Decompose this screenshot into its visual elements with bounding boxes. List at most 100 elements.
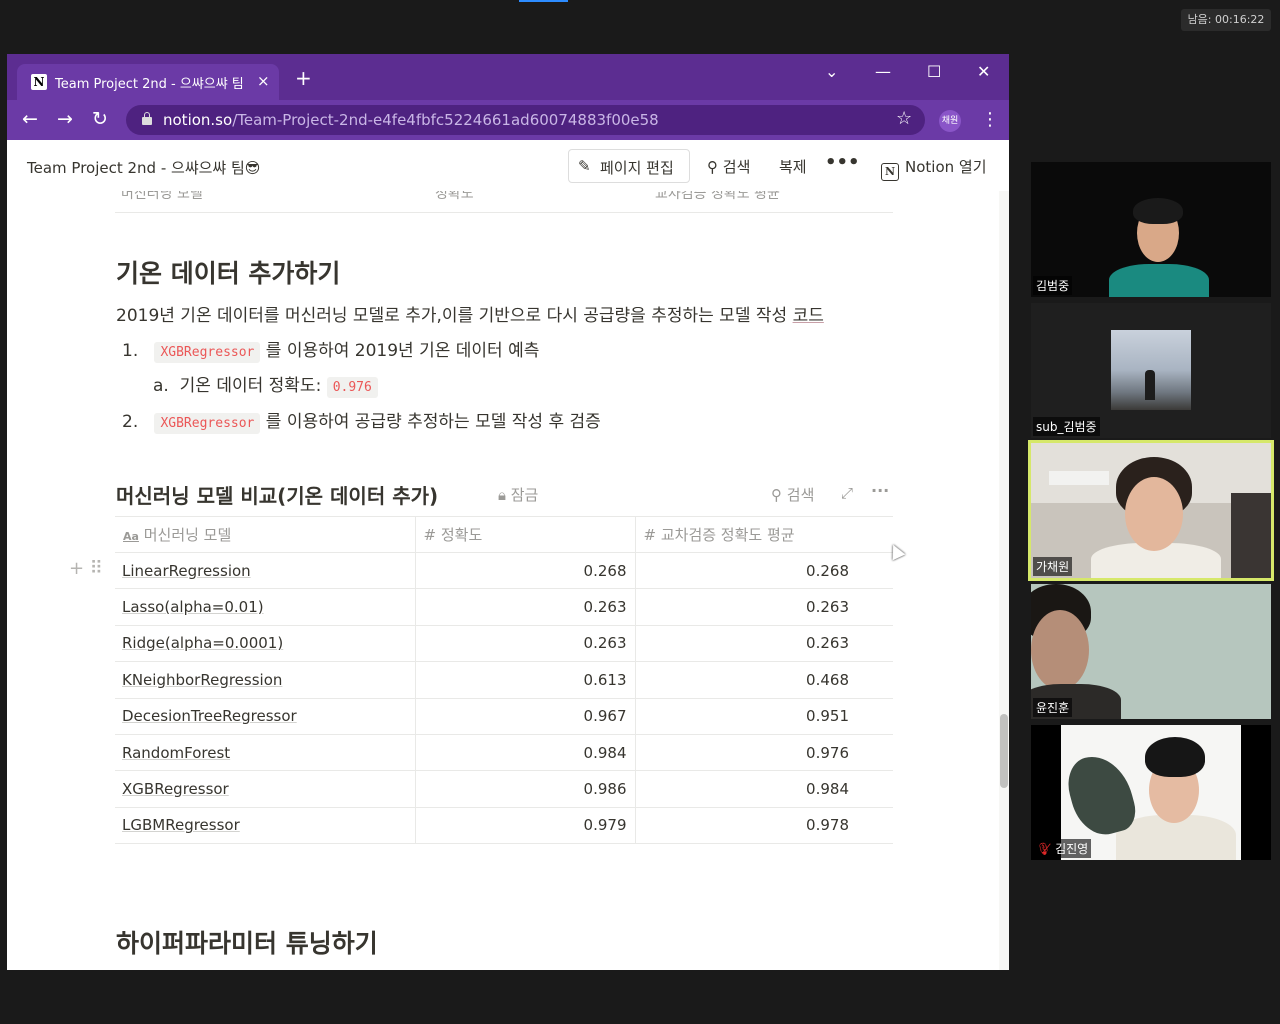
accuracy-cell[interactable]: 0.263	[414, 625, 635, 663]
lock-icon	[142, 112, 152, 125]
profile-picture	[1111, 330, 1191, 410]
pencil-icon: ✎	[578, 157, 591, 175]
cv-accuracy-cell[interactable]: 0.984	[634, 770, 893, 808]
column-header[interactable]: Aa 머신러닝 모델	[115, 516, 415, 553]
participant-name: 가채원	[1033, 557, 1073, 576]
scrollbar[interactable]	[999, 191, 1009, 970]
tab-title: Team Project 2nd - 으쌰으쌰 팀	[55, 77, 244, 92]
notion-icon: N	[31, 74, 47, 90]
model-name-cell[interactable]: XGBRegressor	[115, 770, 415, 808]
table-row[interactable]: LinearRegression 0.268 0.268	[115, 552, 893, 590]
model-name-cell[interactable]: Lasso(alpha=0.01)	[115, 588, 415, 626]
cv-accuracy-cell[interactable]: 0.263	[634, 625, 893, 663]
model-name-cell[interactable]: RandomForest	[115, 734, 415, 772]
minimize-button[interactable]: —	[875, 62, 891, 81]
browser-window: N Team Project 2nd - 으쌰으쌰 팀 × + ⌄ — ☐ ✕ …	[7, 54, 1009, 970]
model-name-cell[interactable]: DecesionTreeRegressor	[115, 698, 415, 735]
screen-share-indicator	[519, 0, 568, 2]
table-row[interactable]: XGBRegressor 0.986 0.984	[115, 770, 893, 808]
row-drag-handle-icon[interactable]: + ⠿	[69, 558, 103, 579]
column-header[interactable]: # 교차검증 정확도 평균	[634, 516, 893, 553]
tab-close-icon[interactable]: ×	[257, 72, 270, 90]
video-tile[interactable]: 🎙︎̸ 김진영	[1031, 725, 1271, 860]
database-toolbar: ⚲ 검색 ⤢ ···	[771, 481, 889, 505]
open-in-notion-button[interactable]: N Notion 열기	[881, 156, 987, 181]
accuracy-cell[interactable]: 0.967	[414, 698, 635, 735]
browser-toolbar: ← → ↻ notion.so/Team-Project-2nd-e4fe4fb…	[7, 100, 1009, 140]
browser-menu-icon[interactable]: ⋮	[981, 109, 999, 130]
cv-accuracy-cell[interactable]: 0.976	[634, 734, 893, 772]
page-title[interactable]: Team Project 2nd - 으쌰으쌰 팀😎	[27, 157, 260, 178]
forward-arrow-icon[interactable]: →	[57, 109, 73, 129]
section-heading: 기온 데이터 추가하기	[116, 259, 341, 288]
model-name-cell[interactable]: LinearRegression	[115, 552, 415, 590]
accuracy-cell[interactable]: 0.268	[414, 552, 635, 590]
notion-icon: N	[881, 163, 899, 181]
cv-accuracy-cell[interactable]: 0.951	[634, 698, 893, 735]
list-item: 1. XGBRegressor 를 이용하여 2019년 기온 데이터 예측	[122, 341, 540, 363]
cv-accuracy-cell[interactable]: 0.263	[634, 588, 893, 626]
cv-accuracy-cell[interactable]: 0.268	[634, 552, 893, 590]
profile-avatar[interactable]: 채원	[939, 110, 961, 132]
video-tile[interactable]: 윤진훈	[1031, 584, 1271, 719]
more-options-icon[interactable]: •••	[825, 152, 860, 173]
reload-icon[interactable]: ↻	[92, 109, 108, 129]
list-item: 2. XGBRegressor 를 이용하여 공급량 추정하는 모델 작성 후 …	[122, 412, 601, 434]
accuracy-cell[interactable]: 0.979	[414, 807, 635, 845]
maximize-button[interactable]: ☐	[927, 62, 941, 81]
model-name-cell[interactable]: KNeighborRegression	[115, 661, 415, 699]
sticky-table-header: 머신러닝 모델 정확도 교차검증 정확도 평균	[115, 191, 893, 213]
url-text: notion.so/Team-Project-2nd-e4fe4fbfc5224…	[163, 111, 659, 129]
video-tile[interactable]: sub_김범중	[1031, 303, 1271, 438]
new-tab-button[interactable]: +	[295, 68, 312, 88]
close-window-button[interactable]: ✕	[977, 62, 990, 81]
model-comparison-table: Aa 머신러닝 모델 # 정확도 # 교차검증 정확도 평균 LinearReg…	[115, 516, 893, 845]
cv-accuracy-cell[interactable]: 0.468	[634, 661, 893, 699]
participant-name: sub_김범중	[1033, 417, 1100, 436]
table-row[interactable]: DecesionTreeRegressor 0.967 0.951	[115, 698, 893, 735]
tab-bar: N Team Project 2nd - 으쌰으쌰 팀 × + ⌄ — ☐ ✕	[7, 54, 1009, 100]
lock-icon: 🔒︎	[498, 486, 511, 504]
lock-badge[interactable]: 🔒︎ 잠금	[498, 484, 538, 505]
list-item: a. 기온 데이터 정확도: 0.976	[153, 371, 378, 398]
tab-search-icon[interactable]: ⌄	[825, 62, 838, 81]
section-heading: 하이퍼파라미터 튜닝하기	[116, 929, 378, 958]
search-icon: ⚲	[707, 158, 723, 176]
muted-mic-icon: 🎙︎̸	[1036, 842, 1052, 856]
table-row[interactable]: Lasso(alpha=0.01) 0.263 0.263	[115, 588, 893, 626]
notion-topbar: Team Project 2nd - 으쌰으쌰 팀😎 ✎ 페이지 편집 ⚲ 검색…	[7, 140, 1009, 191]
meeting-timer: 남음: 00:16:22	[1181, 9, 1271, 31]
video-tile[interactable]: 김범중	[1031, 162, 1271, 297]
accuracy-cell[interactable]: 0.984	[414, 734, 635, 772]
table-row[interactable]: Ridge(alpha=0.0001) 0.263 0.263	[115, 625, 893, 663]
video-tile[interactable]: 가채원	[1028, 440, 1274, 581]
table-row[interactable]: LGBMRegressor 0.979 0.978	[115, 807, 893, 845]
address-bar[interactable]: notion.so/Team-Project-2nd-e4fe4fbfc5224…	[126, 105, 925, 135]
code-link[interactable]: 코드	[793, 306, 824, 326]
paragraph: 2019년 기온 데이터를 머신러닝 모델로 추가,이를 기반으로 다시 공급량…	[116, 306, 824, 326]
accuracy-cell[interactable]: 0.986	[414, 770, 635, 808]
participant-name: 🎙︎̸ 김진영	[1033, 839, 1092, 858]
scrollbar-thumb[interactable]	[1000, 714, 1008, 788]
back-arrow-icon[interactable]: ←	[22, 109, 38, 129]
participant-name: 윤진훈	[1033, 698, 1073, 717]
cv-accuracy-cell[interactable]: 0.978	[634, 807, 893, 845]
table-row[interactable]: KNeighborRegression 0.613 0.468	[115, 661, 893, 699]
accuracy-cell[interactable]: 0.613	[414, 661, 635, 699]
participant-name: 김범중	[1033, 276, 1073, 295]
browser-tab[interactable]: N Team Project 2nd - 으쌰으쌰 팀 ×	[17, 64, 279, 100]
search-button[interactable]: ⚲ 검색	[707, 156, 750, 177]
table-row[interactable]: RandomForest 0.984 0.976	[115, 734, 893, 772]
database-more-icon[interactable]: ···	[871, 481, 889, 500]
duplicate-button[interactable]: 복제	[779, 156, 807, 177]
page-content: 머신러닝 모델 정확도 교차검증 정확도 평균 기온 데이터 추가하기 2019…	[7, 191, 1009, 970]
column-header[interactable]: # 정확도	[414, 516, 635, 553]
accuracy-cell[interactable]: 0.263	[414, 588, 635, 626]
expand-icon[interactable]: ⤢	[841, 484, 853, 502]
edit-page-button[interactable]: ✎ 페이지 편집	[568, 149, 690, 183]
database-title: 머신러닝 모델 비교(기온 데이터 추가)	[116, 484, 439, 508]
model-name-cell[interactable]: Ridge(alpha=0.0001)	[115, 625, 415, 663]
database-search-button[interactable]: ⚲ 검색	[771, 486, 814, 504]
model-name-cell[interactable]: LGBMRegressor	[115, 807, 415, 845]
bookmark-star-icon[interactable]: ☆	[896, 108, 912, 129]
